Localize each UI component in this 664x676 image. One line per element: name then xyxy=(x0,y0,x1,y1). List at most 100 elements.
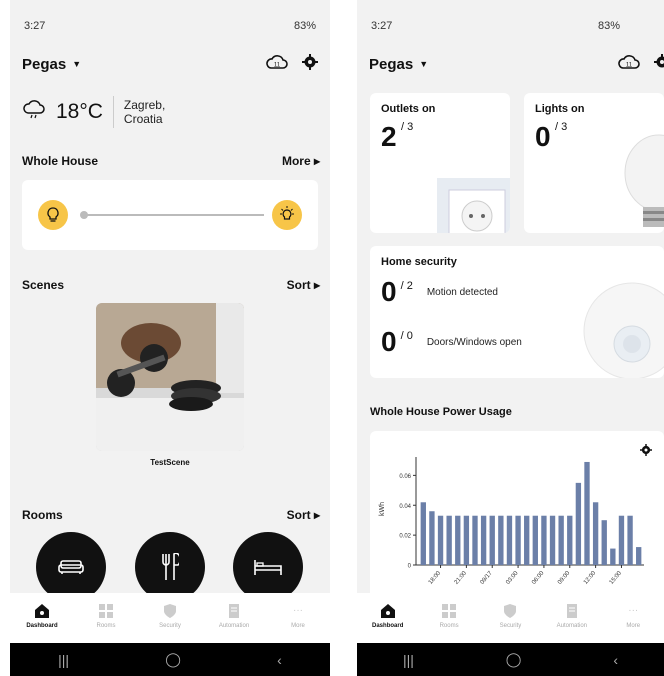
nav-automation[interactable]: Automation xyxy=(204,603,264,629)
svg-text:11: 11 xyxy=(274,62,281,68)
nav-rooms[interactable]: Rooms xyxy=(76,603,136,629)
home-circle-icon[interactable]: ◯ xyxy=(165,651,181,668)
svg-text:11: 11 xyxy=(626,62,633,68)
rooms-sort-button[interactable]: Sort ▸ xyxy=(287,508,320,522)
whole-house-title: Whole House xyxy=(22,154,99,168)
bar xyxy=(480,515,487,565)
bar xyxy=(541,515,547,565)
whole-house-more-button[interactable]: More ▸ xyxy=(282,154,320,168)
rooms-header: Rooms Sort ▸ xyxy=(22,508,320,522)
nav-more[interactable]: ··· More xyxy=(268,603,328,629)
scene-name: TestScene xyxy=(150,458,190,467)
home-circle-icon[interactable]: ◯ xyxy=(506,651,522,668)
power-usage-chart: 0 0.02 0.04 0.06 kWh 18:00 21:00 09/17 03:00 06:0… xyxy=(379,457,644,586)
weather-widget: 18°C Zagreb, Croatia xyxy=(22,95,165,129)
bar xyxy=(515,515,521,565)
outlet-image xyxy=(437,178,510,233)
shield-icon xyxy=(504,604,517,618)
bar xyxy=(463,515,470,565)
automation-icon xyxy=(229,604,239,618)
scenes-title: Scenes xyxy=(22,278,65,292)
lights-on-button[interactable] xyxy=(272,200,302,230)
nav-security[interactable]: Security xyxy=(480,603,540,629)
bar xyxy=(446,515,452,565)
shield-icon xyxy=(164,604,176,618)
scenes-sort-button[interactable]: Sort ▸ xyxy=(287,278,320,292)
bar xyxy=(575,482,582,565)
bar xyxy=(437,515,444,565)
back-icon[interactable]: ‹ xyxy=(277,652,282,668)
chart-settings-gear-icon[interactable] xyxy=(640,443,652,461)
settings-gear-icon[interactable] xyxy=(302,53,318,75)
security-title: Home security xyxy=(381,256,457,268)
home-security-card[interactable]: Home security 0 / 2 Motion detected 0 / … xyxy=(370,246,664,378)
power-chart-card: 0 0.02 0.04 0.06 kWh 18:00 21:00 09/17 03:00 06:0… xyxy=(370,431,664,601)
bottom-navigation: Dashboard Rooms Security Automation ··· … xyxy=(10,593,330,643)
location: Zagreb, Croatia xyxy=(123,98,166,126)
nav-automation[interactable]: Automation xyxy=(542,603,602,629)
room-kitchen[interactable] xyxy=(135,532,205,602)
doors-label: Doors/Windows open xyxy=(426,336,522,348)
y-axis-label: kWh xyxy=(379,502,386,516)
nav-more[interactable]: ··· More xyxy=(603,603,663,629)
bar xyxy=(532,515,538,565)
nav-dashboard[interactable]: Dashboard xyxy=(358,603,418,629)
cloud-icon[interactable]: 11 xyxy=(618,54,640,75)
x-tick-label: 18:00 xyxy=(428,570,443,586)
caret-down-icon: ▼ xyxy=(72,59,82,69)
y-tick-label: 0.06 xyxy=(399,474,411,480)
lights-title: Lights on xyxy=(535,103,585,115)
motion-total: / 2 xyxy=(400,280,413,292)
app-bar: Pegas ▼ 11 xyxy=(369,52,664,76)
status-time: 3:27 xyxy=(371,20,393,32)
temperature: 18°C xyxy=(56,100,103,123)
bar xyxy=(549,515,556,565)
bar xyxy=(610,548,616,565)
outlets-total: / 3 xyxy=(401,121,414,133)
lights-card[interactable]: Lights on 0 / 3 xyxy=(524,93,664,233)
home-icon xyxy=(35,604,49,618)
lightbulb-image xyxy=(624,134,664,227)
home-selector[interactable]: Pegas ▼ xyxy=(22,56,81,73)
settings-gear-icon[interactable] xyxy=(654,53,664,75)
room-bedroom[interactable] xyxy=(233,532,303,602)
outlets-card[interactable]: Outlets on 2 / 3 xyxy=(370,93,510,233)
y-tick-label: 0.02 xyxy=(399,534,411,540)
doors-count: 0 xyxy=(381,326,397,357)
bar xyxy=(429,511,435,565)
lights-off-button[interactable] xyxy=(38,200,68,230)
scene-card[interactable] xyxy=(96,303,244,451)
lights-on-count: 0 xyxy=(535,121,551,152)
bottom-navigation: Dashboard Rooms Security Automation ··· … xyxy=(357,593,664,643)
nav-rooms[interactable]: Rooms xyxy=(419,603,479,629)
status-battery: 83% xyxy=(597,20,620,32)
home-selector[interactable]: Pegas ▼ xyxy=(369,56,428,73)
more-icon: ··· xyxy=(628,605,639,616)
y-tick-label: 0 xyxy=(408,564,412,570)
cloud-rain-icon xyxy=(22,99,46,125)
bar xyxy=(498,515,504,565)
back-icon[interactable]: ‹ xyxy=(613,652,618,668)
recent-apps-icon[interactable]: ||| xyxy=(58,652,69,668)
doors-total: / 0 xyxy=(400,330,413,342)
power-usage-title: Whole House Power Usage xyxy=(370,406,512,418)
nav-security[interactable]: Security xyxy=(140,603,200,629)
cloud-icon[interactable]: 11 xyxy=(266,54,288,75)
nav-dashboard[interactable]: Dashboard xyxy=(12,603,72,629)
bar xyxy=(420,502,426,565)
brightness-slider[interactable] xyxy=(80,211,264,219)
system-navigation-bar: ||| ◯ ‹ xyxy=(10,643,330,676)
lights-total: / 3 xyxy=(555,121,568,133)
rooms-title: Rooms xyxy=(22,508,63,522)
slider-thumb[interactable] xyxy=(80,211,88,219)
bar xyxy=(489,515,495,565)
bar xyxy=(636,547,642,565)
x-tick-label: 21:00 xyxy=(454,570,469,586)
x-tick-label: 09:00 xyxy=(557,570,572,586)
bar xyxy=(627,515,633,565)
bar xyxy=(558,515,564,565)
recent-apps-icon[interactable]: ||| xyxy=(403,652,414,668)
room-living-room[interactable] xyxy=(36,532,106,602)
status-battery: 83% xyxy=(293,20,316,32)
app-bar: Pegas ▼ 11 xyxy=(22,52,318,76)
